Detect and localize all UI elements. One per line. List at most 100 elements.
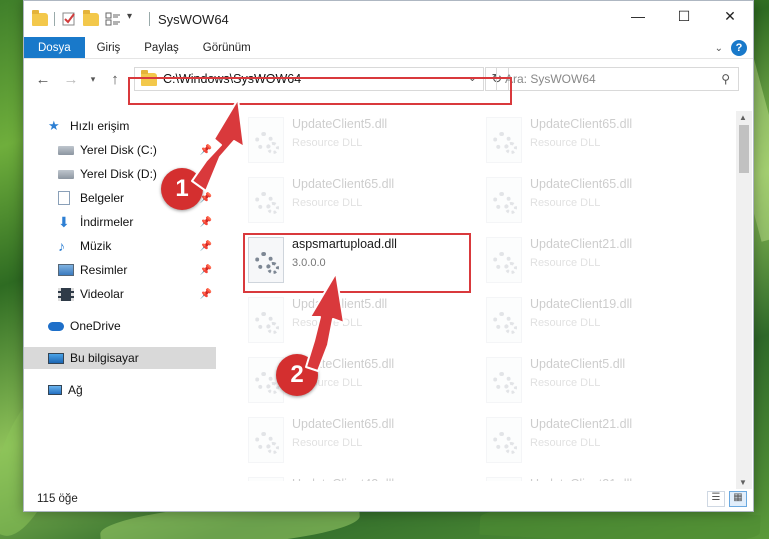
sidebar-item-label: Müzik xyxy=(80,239,112,253)
help-icon[interactable]: ? xyxy=(731,40,747,56)
music-icon: ♪ xyxy=(58,238,65,254)
view-buttons: ☰ ▦ xyxy=(707,491,747,507)
close-button[interactable]: ✕ xyxy=(707,1,753,31)
sidebar-item-label: Ağ xyxy=(68,383,83,397)
forward-button[interactable]: → xyxy=(60,71,82,88)
dll-file-icon xyxy=(486,417,522,463)
tab-share[interactable]: Paylaş xyxy=(132,37,191,58)
folder-icon xyxy=(32,9,48,26)
sidebar-item-label: Resimler xyxy=(80,263,128,277)
pin-icon: 📌 xyxy=(199,288,212,300)
explorer-window: ▾ SysWOW64 — ☐ ✕ Dosya Giriş Paylaş Görü… xyxy=(23,0,754,512)
file-description: Resource DLL xyxy=(292,437,363,449)
file-text: UpdateClient65.dll Resource DLL xyxy=(530,113,632,149)
file-text: UpdateClient21.dll Resource DLL xyxy=(530,233,632,269)
file-description: Resource DLL xyxy=(530,137,601,149)
sidebar-item-this-pc[interactable]: Bu bilgisayar xyxy=(24,347,216,369)
tab-file[interactable]: Dosya xyxy=(24,37,85,58)
details-view-icon[interactable]: ☰ xyxy=(707,491,725,507)
up-button[interactable]: ↑ xyxy=(104,71,126,88)
pin-icon: 📌 xyxy=(199,240,212,252)
file-item[interactable]: UpdateClient42.dllResource DLL xyxy=(244,473,469,481)
file-name: UpdateClient5.dll xyxy=(530,357,626,371)
tab-home[interactable]: Giriş xyxy=(85,37,133,58)
scrollbar-thumb[interactable] xyxy=(739,125,749,173)
dll-file-icon xyxy=(248,177,284,223)
back-button[interactable]: ← xyxy=(32,71,54,88)
drive-icon xyxy=(58,169,74,179)
file-item[interactable]: UpdateClient65.dll Resource DLL xyxy=(244,413,469,471)
file-item[interactable]: UpdateClient21.dllResource DLL xyxy=(482,413,707,471)
file-item[interactable]: UpdateClient5.dll Resource DLL xyxy=(244,113,469,171)
file-text: UpdateClient5.dll Resource DLL xyxy=(292,113,387,149)
sidebar-item-network[interactable]: Ağ xyxy=(24,379,216,401)
tiles-view-icon[interactable]: ▦ xyxy=(729,491,747,507)
file-name: UpdateClient5.dll xyxy=(292,297,388,311)
scroll-down-icon[interactable]: ▼ xyxy=(739,478,747,487)
sidebar-item-onedrive[interactable]: OneDrive xyxy=(24,315,216,337)
tab-view[interactable]: Görünüm xyxy=(191,37,263,58)
file-text: UpdateClient5.dll Resource DLL xyxy=(292,293,387,329)
file-item[interactable]: UpdateClient19.dll Resource DLL xyxy=(482,293,707,351)
dll-file-icon xyxy=(486,477,522,481)
dll-file-icon xyxy=(486,117,522,163)
sidebar-item-quick-access[interactable]: ★ Hızlı erişim xyxy=(24,115,216,137)
download-icon: ⬇ xyxy=(58,214,70,230)
expand-ribbon-icon[interactable]: ⌄ xyxy=(715,43,723,54)
file-description: Resource DLL xyxy=(292,197,363,209)
search-icon: ⚲ xyxy=(721,72,730,86)
customize-toolbar-icon[interactable]: ▾ xyxy=(127,11,143,27)
file-text: UpdateClient19.dll Resource DLL xyxy=(530,293,632,329)
vertical-scrollbar[interactable]: ▲ ▼ xyxy=(736,111,752,489)
view-options-icon[interactable] xyxy=(105,11,121,27)
caption-buttons: — ☐ ✕ xyxy=(615,1,753,31)
sidebar-item-videos[interactable]: Videolar 📌 xyxy=(24,283,216,305)
properties-icon[interactable] xyxy=(61,11,77,27)
sidebar-item-label: Belgeler xyxy=(80,191,125,205)
video-icon xyxy=(58,287,74,301)
sidebar-item-pictures[interactable]: Resimler 📌 xyxy=(24,259,216,281)
sidebar-item-music[interactable]: ♪ Müzik 📌 xyxy=(24,235,216,257)
file-text: UpdateClient21.dllResource DLL xyxy=(530,413,632,449)
quick-access-toolbar: ▾ xyxy=(24,1,150,37)
item-count: 115 öğe xyxy=(37,493,78,505)
file-item[interactable]: UpdateClient5.dll Resource DLL xyxy=(482,353,707,411)
new-folder-icon[interactable] xyxy=(83,9,99,26)
file-name: UpdateClient19.dll xyxy=(530,297,633,311)
sidebar-item-label: Yerel Disk (C:) xyxy=(80,143,157,157)
file-description: Resource DLL xyxy=(530,317,601,329)
file-item[interactable]: UpdateClient65.dll Resource DLL xyxy=(244,173,469,231)
sidebar-item-label: İndirmeler xyxy=(80,215,134,229)
network-icon xyxy=(48,385,62,395)
navigation-pane: ★ Hızlı erişim Yerel Disk (C:) 📌 Yerel D… xyxy=(24,111,216,481)
file-text: UpdateClient21.dllResource DLL xyxy=(530,473,632,481)
sidebar-item-local-disk-c[interactable]: Yerel Disk (C:) 📌 xyxy=(24,139,216,161)
pin-icon: 📌 xyxy=(199,144,212,156)
file-item[interactable]: UpdateClient65.dll Resource DLL xyxy=(482,173,707,231)
recent-locations-button[interactable]: ▾ xyxy=(82,74,104,85)
file-name: UpdateClient21.dll xyxy=(530,237,633,251)
file-highlight xyxy=(243,233,471,293)
step-badge-1: 1 xyxy=(161,168,203,210)
maximize-button[interactable]: ☐ xyxy=(661,1,707,31)
file-description: Resource DLL xyxy=(530,257,601,269)
file-description: Resource DLL xyxy=(292,137,363,149)
scroll-up-icon[interactable]: ▲ xyxy=(739,113,747,122)
file-item[interactable]: UpdateClient65.dll Resource DLL xyxy=(482,113,707,171)
file-name: UpdateClient5.dll xyxy=(292,117,388,131)
file-name: UpdateClient21.dll xyxy=(530,417,633,431)
ribbon-right: ⌄ ? xyxy=(715,40,747,56)
file-item[interactable]: UpdateClient5.dll Resource DLL xyxy=(244,293,469,351)
file-item[interactable]: UpdateClient21.dll Resource DLL xyxy=(482,233,707,291)
search-input[interactable]: Ara: SysWOW64 ⚲ xyxy=(496,67,739,91)
drive-icon xyxy=(58,145,74,155)
pin-icon: 📌 xyxy=(199,168,212,180)
file-description: Resource DLL xyxy=(530,197,601,209)
sidebar-item-label: Hızlı erişim xyxy=(70,119,130,133)
minimize-button[interactable]: — xyxy=(615,1,661,31)
step-badge-2: 2 xyxy=(276,354,318,396)
file-description: Resource DLL xyxy=(292,317,363,329)
file-item[interactable]: UpdateClient21.dllResource DLL xyxy=(482,473,707,481)
sidebar-item-downloads[interactable]: ⬇ İndirmeler 📌 xyxy=(24,211,216,233)
file-name: UpdateClient65.dll xyxy=(292,417,395,431)
